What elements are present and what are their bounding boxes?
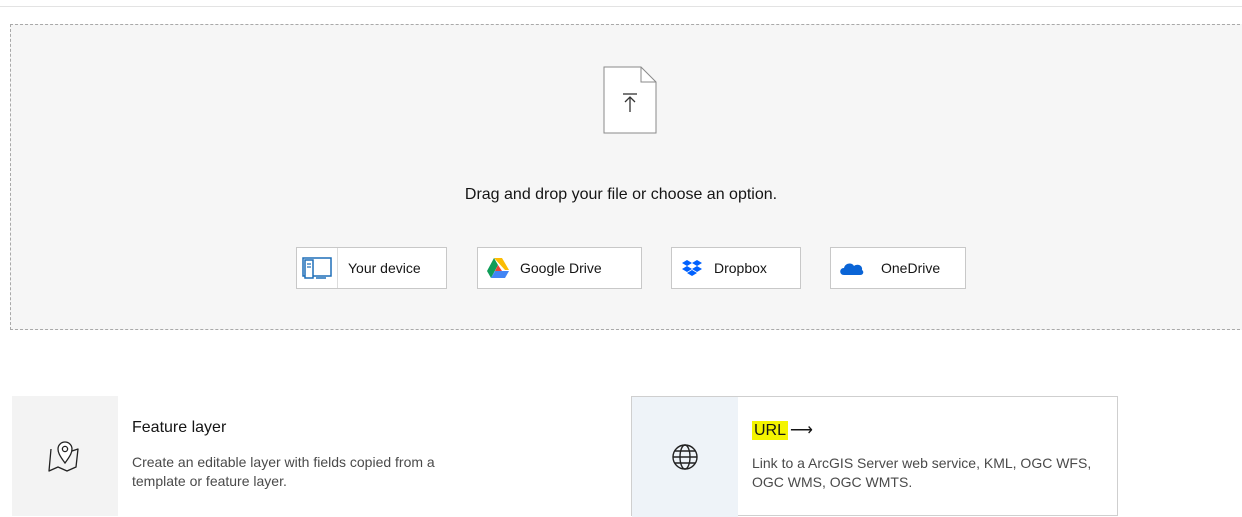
- arrow-right-icon: ⟶: [790, 422, 813, 439]
- google-drive-button[interactable]: Google Drive: [477, 247, 642, 289]
- your-device-button[interactable]: Your device: [296, 247, 447, 289]
- dropbox-icon: [672, 259, 712, 277]
- onedrive-icon: [831, 260, 871, 276]
- card-title: Feature layer: [132, 419, 227, 436]
- your-device-label: Your device: [348, 260, 421, 276]
- onedrive-label: OneDrive: [881, 260, 941, 276]
- dropbox-button[interactable]: Dropbox: [671, 247, 801, 289]
- url-card[interactable]: URL ⟶ Link to a ArcGIS Server web service…: [631, 396, 1118, 517]
- file-upload-icon: [603, 66, 657, 134]
- google-drive-label: Google Drive: [520, 260, 602, 276]
- card-description: Create an editable layer with fields cop…: [132, 454, 435, 489]
- top-divider: [0, 6, 1242, 7]
- feature-layer-card[interactable]: Feature layer Create an editable layer w…: [12, 396, 482, 516]
- url-title: URL: [752, 421, 789, 440]
- drop-prompt: Drag and drop your file or choose an opt…: [464, 186, 778, 203]
- onedrive-button[interactable]: OneDrive: [830, 247, 966, 289]
- dropbox-label: Dropbox: [714, 260, 767, 276]
- map-pin-icon: [12, 396, 118, 516]
- globe-icon: [632, 397, 738, 517]
- google-drive-icon: [478, 257, 518, 279]
- card-title: URL ⟶: [752, 420, 813, 440]
- device-icon: [297, 248, 338, 288]
- card-description: Link to a ArcGIS Server web service, KML…: [752, 455, 1092, 490]
